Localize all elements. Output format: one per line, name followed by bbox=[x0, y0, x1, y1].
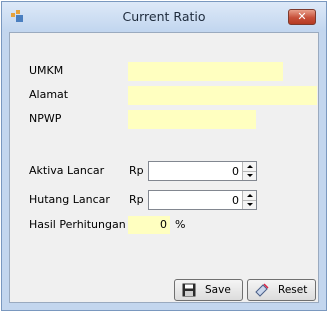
save-button[interactable]: Save bbox=[174, 279, 243, 301]
hasil-field: 0 bbox=[128, 216, 170, 234]
hutang-lancar-input[interactable]: 0 bbox=[148, 190, 257, 210]
hasil-perhitungan-label: Hasil Perhitungan bbox=[29, 218, 126, 231]
alamat-field[interactable] bbox=[128, 86, 317, 105]
window-title: Current Ratio bbox=[122, 9, 206, 24]
spin-down-icon[interactable] bbox=[243, 200, 256, 209]
aktiva-lancar-input[interactable]: 0 bbox=[148, 161, 257, 181]
aktiva-currency-label: Rp bbox=[129, 164, 144, 177]
close-button[interactable]: ✕ bbox=[288, 9, 316, 25]
spin-up-icon[interactable] bbox=[243, 162, 256, 171]
save-label: Save bbox=[205, 284, 231, 296]
form-body: UMKM Alamat NPWP Aktiva Lancar Rp 0 Huta… bbox=[9, 32, 319, 303]
spin-down-icon[interactable] bbox=[243, 171, 256, 180]
reset-icon bbox=[255, 283, 269, 297]
alamat-label: Alamat bbox=[29, 88, 69, 101]
percent-label: % bbox=[175, 218, 186, 231]
reset-button[interactable]: Reset bbox=[247, 279, 316, 301]
hutang-currency-label: Rp bbox=[129, 193, 144, 206]
npwp-label: NPWP bbox=[29, 112, 62, 125]
reset-label: Reset bbox=[278, 284, 308, 296]
floppy-disk-icon bbox=[182, 283, 196, 297]
spin-up-icon[interactable] bbox=[243, 191, 256, 200]
npwp-field[interactable] bbox=[128, 110, 256, 129]
hutang-lancar-label: Hutang Lancar bbox=[29, 193, 110, 206]
aktiva-lancar-label: Aktiva Lancar bbox=[29, 164, 105, 177]
umkm-field[interactable] bbox=[128, 62, 283, 81]
umkm-label: UMKM bbox=[29, 64, 64, 77]
close-icon: ✕ bbox=[297, 10, 307, 23]
title-bar[interactable]: Current Ratio ✕ bbox=[2, 2, 326, 31]
hutang-spinner[interactable] bbox=[242, 191, 256, 209]
current-ratio-window: Current Ratio ✕ UMKM Alamat NPWP Aktiva … bbox=[1, 1, 327, 311]
aktiva-spinner[interactable] bbox=[242, 162, 256, 180]
